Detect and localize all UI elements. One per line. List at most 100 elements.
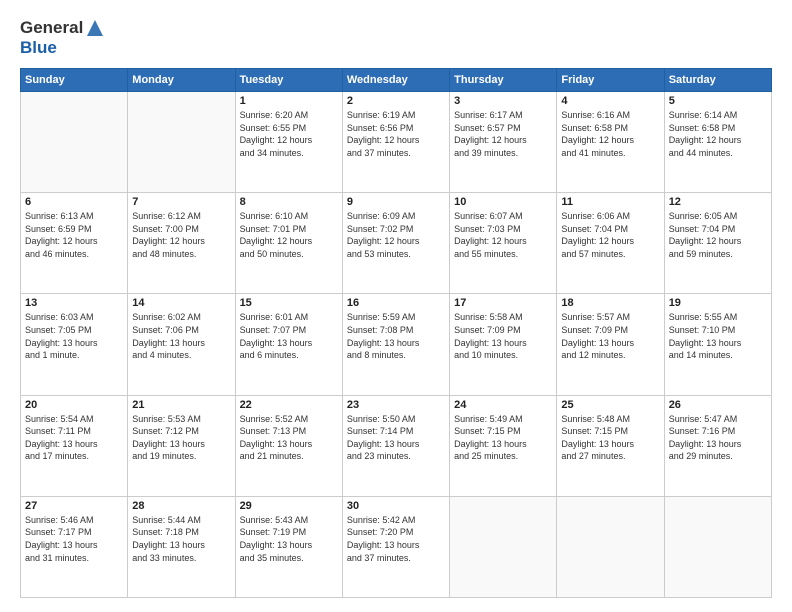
day-info: Sunrise: 5:50 AM Sunset: 7:14 PM Dayligh… [347, 413, 445, 463]
day-number: 17 [454, 297, 552, 309]
day-number: 22 [240, 399, 338, 411]
calendar-cell [21, 92, 128, 193]
calendar-cell: 10Sunrise: 6:07 AM Sunset: 7:03 PM Dayli… [450, 193, 557, 294]
day-info: Sunrise: 5:57 AM Sunset: 7:09 PM Dayligh… [561, 311, 659, 361]
day-number: 28 [132, 500, 230, 512]
calendar-cell: 5 Sunrise: 6:14 AM Sunset: 6:58 PM Daylig… [664, 92, 771, 193]
day-number: 3 [454, 95, 552, 107]
weekday-header-row: SundayMondayTuesdayWednesdayThursdayFrid… [21, 69, 772, 92]
calendar-cell: 23 Sunrise: 5:50 AM Sunset: 7:14 PM Dayli… [342, 395, 449, 496]
calendar-cell: 14 Sunrise: 6:02 AM Sunset: 7:06 PM Dayli… [128, 294, 235, 395]
day-info: Sunrise: 6:17 AM Sunset: 6:57 PM Dayligh… [454, 109, 552, 159]
weekday-header-wednesday: Wednesday [342, 69, 449, 92]
day-info: Sunrise: 5:43 AM Sunset: 7:19 PM Dayligh… [240, 514, 338, 564]
day-number: 18 [561, 297, 659, 309]
day-info: Sunrise: 5:54 AM Sunset: 7:11 PM Dayligh… [25, 413, 123, 463]
day-number: 16 [347, 297, 445, 309]
calendar-cell: 18 Sunrise: 5:57 AM Sunset: 7:09 PM Dayli… [557, 294, 664, 395]
day-info: Sunrise: 5:48 AM Sunset: 7:15 PM Dayligh… [561, 413, 659, 463]
day-info: Sunrise: 6:05 AM Sunset: 7:04 PM Dayligh… [669, 210, 767, 260]
week-row-1: 1 Sunrise: 6:20 AM Sunset: 6:55 PM Daylig… [21, 92, 772, 193]
day-number: 11 [561, 196, 659, 208]
day-number: 26 [669, 399, 767, 411]
calendar-cell [557, 496, 664, 597]
day-number: 20 [25, 399, 123, 411]
calendar-cell: 2 Sunrise: 6:19 AM Sunset: 6:56 PM Daylig… [342, 92, 449, 193]
logo-icon [85, 18, 105, 38]
day-info: Sunrise: 5:53 AM Sunset: 7:12 PM Dayligh… [132, 413, 230, 463]
day-number: 24 [454, 399, 552, 411]
day-info: Sunrise: 6:06 AM Sunset: 7:04 PM Dayligh… [561, 210, 659, 260]
weekday-header-tuesday: Tuesday [235, 69, 342, 92]
calendar-cell: 13 Sunrise: 6:03 AM Sunset: 7:05 PM Dayli… [21, 294, 128, 395]
calendar-cell: 11 Sunrise: 6:06 AM Sunset: 7:04 PM Dayli… [557, 193, 664, 294]
day-info: Sunrise: 5:47 AM Sunset: 7:16 PM Dayligh… [669, 413, 767, 463]
calendar-table: SundayMondayTuesdayWednesdayThursdayFrid… [20, 68, 772, 598]
calendar-cell: 27 Sunrise: 5:46 AM Sunset: 7:17 PM Dayli… [21, 496, 128, 597]
calendar-cell: 25 Sunrise: 5:48 AM Sunset: 7:15 PM Dayli… [557, 395, 664, 496]
calendar-cell: 6 Sunrise: 6:13 AM Sunset: 6:59 PM Daylig… [21, 193, 128, 294]
day-info: Sunrise: 6:02 AM Sunset: 7:06 PM Dayligh… [132, 311, 230, 361]
day-info: Sunrise: 6:19 AM Sunset: 6:56 PM Dayligh… [347, 109, 445, 159]
day-number: 14 [132, 297, 230, 309]
day-number: 5 [669, 95, 767, 107]
logo-blue: Blue [20, 38, 57, 57]
day-info: Sunrise: 6:12 AM Sunset: 7:00 PM Dayligh… [132, 210, 230, 260]
logo-general: General [20, 18, 83, 38]
day-info: Sunrise: 5:58 AM Sunset: 7:09 PM Dayligh… [454, 311, 552, 361]
weekday-header-thursday: Thursday [450, 69, 557, 92]
calendar-cell: 1 Sunrise: 6:20 AM Sunset: 6:55 PM Daylig… [235, 92, 342, 193]
day-info: Sunrise: 5:59 AM Sunset: 7:08 PM Dayligh… [347, 311, 445, 361]
calendar-cell: 9Sunrise: 6:09 AM Sunset: 7:02 PM Daylig… [342, 193, 449, 294]
calendar-page: General Blue SundayMondayTuesdayWednesda… [0, 0, 792, 612]
weekday-header-sunday: Sunday [21, 69, 128, 92]
weekday-header-friday: Friday [557, 69, 664, 92]
calendar-cell: 21 Sunrise: 5:53 AM Sunset: 7:12 PM Dayli… [128, 395, 235, 496]
week-row-2: 6 Sunrise: 6:13 AM Sunset: 6:59 PM Daylig… [21, 193, 772, 294]
day-info: Sunrise: 6:13 AM Sunset: 6:59 PM Dayligh… [25, 210, 123, 260]
day-info: Sunrise: 6:03 AM Sunset: 7:05 PM Dayligh… [25, 311, 123, 361]
day-number: 1 [240, 95, 338, 107]
day-number: 13 [25, 297, 123, 309]
calendar-cell: 12 Sunrise: 6:05 AM Sunset: 7:04 PM Dayli… [664, 193, 771, 294]
calendar-cell [128, 92, 235, 193]
day-number: 12 [669, 196, 767, 208]
day-info: Sunrise: 6:20 AM Sunset: 6:55 PM Dayligh… [240, 109, 338, 159]
calendar-cell: 15 Sunrise: 6:01 AM Sunset: 7:07 PM Dayli… [235, 294, 342, 395]
day-number: 10 [454, 196, 552, 208]
calendar-cell: 7 Sunrise: 6:12 AM Sunset: 7:00 PM Daylig… [128, 193, 235, 294]
calendar-cell: 24Sunrise: 5:49 AM Sunset: 7:15 PM Dayli… [450, 395, 557, 496]
day-number: 27 [25, 500, 123, 512]
day-info: Sunrise: 5:44 AM Sunset: 7:18 PM Dayligh… [132, 514, 230, 564]
calendar-cell: 22 Sunrise: 5:52 AM Sunset: 7:13 PM Dayli… [235, 395, 342, 496]
week-row-3: 13 Sunrise: 6:03 AM Sunset: 7:05 PM Dayli… [21, 294, 772, 395]
calendar-cell [450, 496, 557, 597]
day-number: 2 [347, 95, 445, 107]
day-info: Sunrise: 5:52 AM Sunset: 7:13 PM Dayligh… [240, 413, 338, 463]
weekday-header-monday: Monday [128, 69, 235, 92]
day-number: 7 [132, 196, 230, 208]
week-row-5: 27 Sunrise: 5:46 AM Sunset: 7:17 PM Dayli… [21, 496, 772, 597]
day-info: Sunrise: 5:46 AM Sunset: 7:17 PM Dayligh… [25, 514, 123, 564]
day-number: 6 [25, 196, 123, 208]
calendar-cell [664, 496, 771, 597]
calendar-cell: 4Sunrise: 6:16 AM Sunset: 6:58 PM Daylig… [557, 92, 664, 193]
day-number: 9 [347, 196, 445, 208]
day-info: Sunrise: 6:16 AM Sunset: 6:58 PM Dayligh… [561, 109, 659, 159]
calendar-cell: 16 Sunrise: 5:59 AM Sunset: 7:08 PM Dayli… [342, 294, 449, 395]
day-info: Sunrise: 5:55 AM Sunset: 7:10 PM Dayligh… [669, 311, 767, 361]
day-number: 15 [240, 297, 338, 309]
calendar-cell: 17 Sunrise: 5:58 AM Sunset: 7:09 PM Dayli… [450, 294, 557, 395]
logo: General Blue [20, 18, 105, 58]
calendar-cell: 8Sunrise: 6:10 AM Sunset: 7:01 PM Daylig… [235, 193, 342, 294]
calendar-cell: 29Sunrise: 5:43 AM Sunset: 7:19 PM Dayli… [235, 496, 342, 597]
day-number: 21 [132, 399, 230, 411]
calendar-cell: 19Sunrise: 5:55 AM Sunset: 7:10 PM Dayli… [664, 294, 771, 395]
day-number: 30 [347, 500, 445, 512]
day-number: 23 [347, 399, 445, 411]
day-info: Sunrise: 6:01 AM Sunset: 7:07 PM Dayligh… [240, 311, 338, 361]
calendar-cell: 3 Sunrise: 6:17 AM Sunset: 6:57 PM Daylig… [450, 92, 557, 193]
day-info: Sunrise: 6:14 AM Sunset: 6:58 PM Dayligh… [669, 109, 767, 159]
calendar-cell: 26 Sunrise: 5:47 AM Sunset: 7:16 PM Dayli… [664, 395, 771, 496]
day-number: 25 [561, 399, 659, 411]
